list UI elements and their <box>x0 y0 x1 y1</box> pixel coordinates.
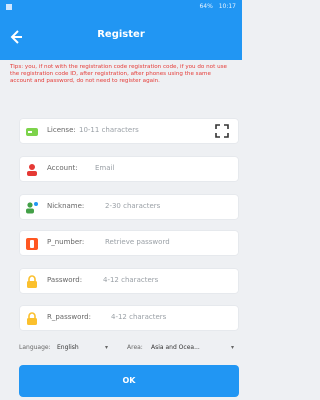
phone-number-field[interactable]: P_number: Retrieve password <box>19 230 239 256</box>
language-label: Language: <box>19 344 51 351</box>
registration-notice: Tips: you, if not with the registration … <box>10 64 227 84</box>
phone-number-label: P_number: <box>47 238 85 246</box>
area-label: Area: <box>127 344 143 351</box>
status-left-icon <box>6 4 12 10</box>
password-placeholder: 4-12 characters <box>103 276 159 284</box>
account-label: Account: <box>47 164 78 172</box>
license-icon <box>25 124 39 138</box>
repeat-password-field[interactable]: R_password: 4-12 characters <box>19 305 239 331</box>
nickname-label: Nickname: <box>47 202 85 210</box>
account-placeholder: Email <box>95 164 115 172</box>
license-placeholder: 10-11 characters <box>79 126 139 134</box>
phone-icon <box>25 236 39 250</box>
status-bar: 64% 10:17 <box>0 0 242 14</box>
ok-button[interactable]: OK <box>19 365 239 397</box>
account-icon <box>25 162 39 176</box>
battery-text: 64% <box>199 3 213 10</box>
account-field[interactable]: Account: Email <box>19 156 239 182</box>
language-select[interactable]: English <box>57 344 79 351</box>
password-label: Password: <box>47 276 83 284</box>
phone-number-placeholder: Retrieve password <box>105 238 170 246</box>
scan-qr-icon[interactable] <box>215 123 229 138</box>
nickname-icon <box>25 200 39 214</box>
app-bar: Register <box>0 14 242 60</box>
repeat-password-label: R_password: <box>47 313 91 321</box>
page-title: Register <box>97 29 145 40</box>
area-select[interactable]: Asia and Ocea... <box>151 344 200 351</box>
nickname-placeholder: 2-30 characters <box>105 202 161 210</box>
license-label: License: <box>47 126 76 134</box>
lock-icon <box>25 274 39 288</box>
password-field[interactable]: Password: 4-12 characters <box>19 268 239 294</box>
area-dropdown-icon[interactable]: ▾ <box>231 344 234 351</box>
language-dropdown-icon[interactable]: ▾ <box>105 344 108 351</box>
preferences-row: Language: English ▾ Area: Asia and Ocea.… <box>19 342 239 356</box>
lock-icon <box>25 311 39 325</box>
time-text: 10:17 <box>218 3 236 10</box>
nickname-field[interactable]: Nickname: 2-30 characters <box>19 194 239 220</box>
license-field[interactable]: License: 10-11 characters <box>19 118 239 144</box>
repeat-password-placeholder: 4-12 characters <box>111 313 167 321</box>
